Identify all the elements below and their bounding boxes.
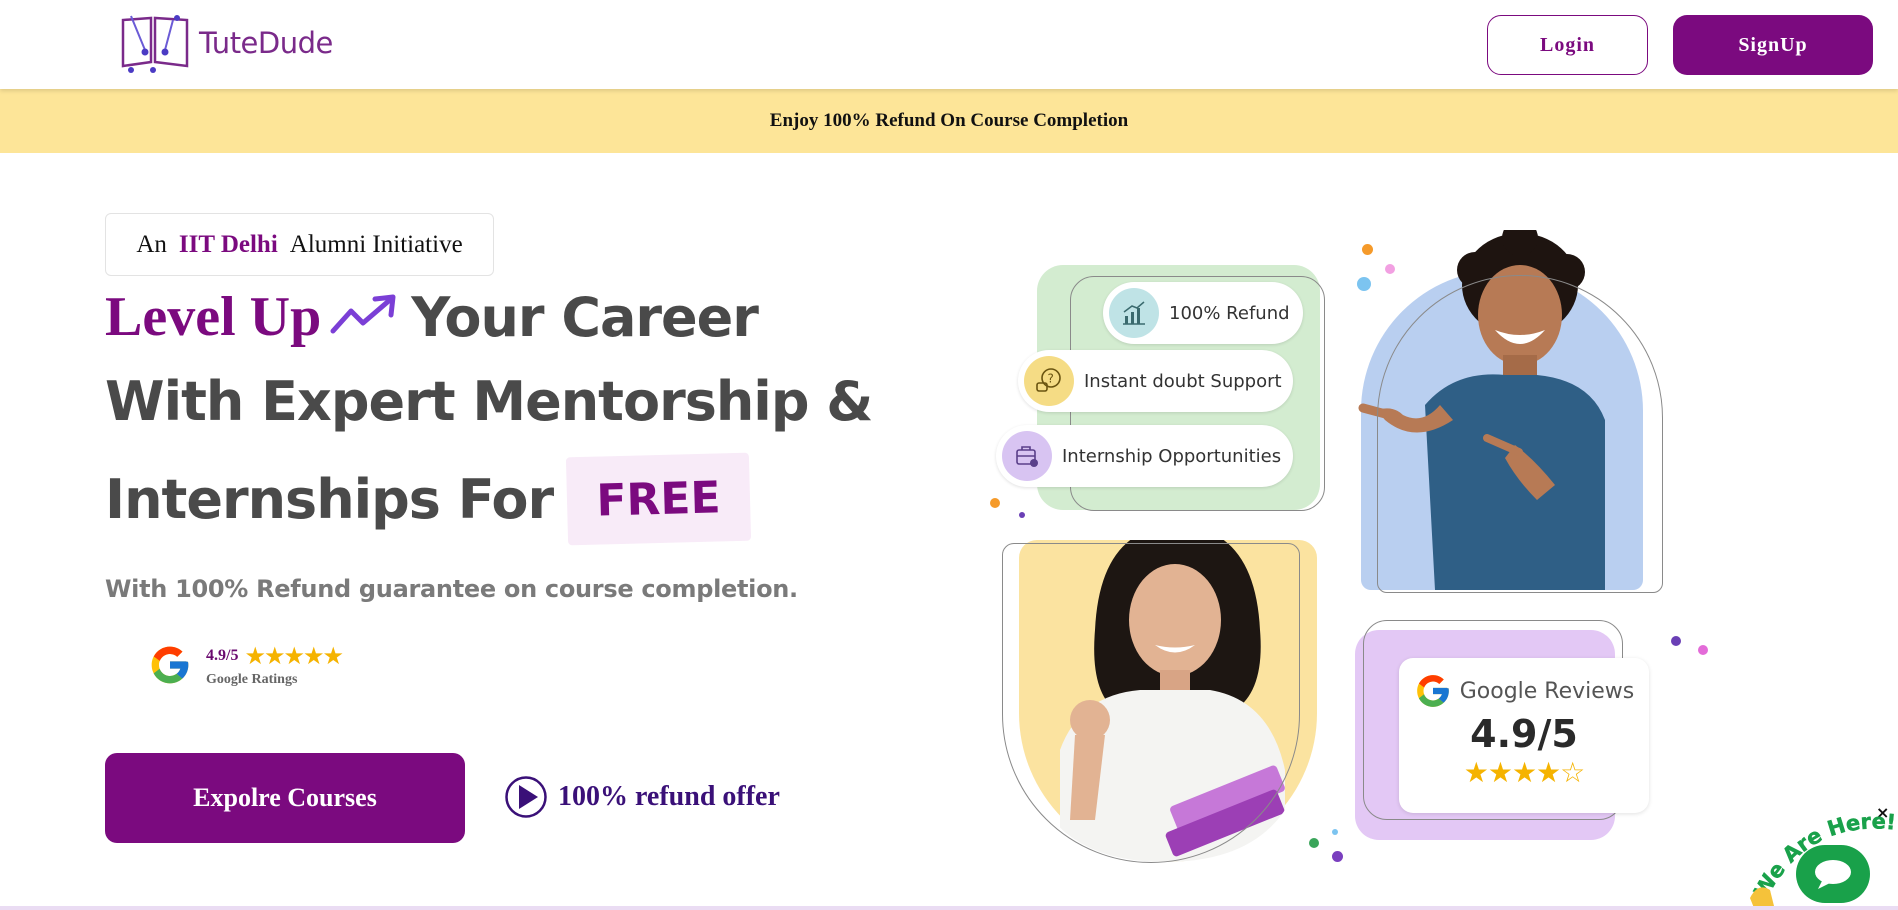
decorative-dot — [1332, 851, 1343, 862]
photo-outline — [1002, 543, 1300, 863]
decorative-dot — [1671, 636, 1681, 646]
decorative-dot — [1362, 244, 1373, 255]
rating-stars: ★★★★★ — [244, 642, 344, 670]
refund-offer-link[interactable]: 100% refund offer — [504, 775, 780, 819]
reviews-score: 4.9/5 — [1470, 712, 1578, 756]
feature-label: Internship Opportunities — [1062, 445, 1282, 467]
headline-line-3-text: Internships For — [105, 467, 554, 531]
headline-line-1-rest: Your Career — [411, 285, 759, 349]
google-rating: 4.9/5 ★★★★★ Google Ratings — [148, 642, 344, 688]
chart-growth-icon — [1109, 288, 1159, 338]
logo[interactable]: TuteDude — [117, 12, 333, 74]
decorative-dot — [1357, 277, 1371, 291]
banner-text: Enjoy 100% Refund On Course Completion — [769, 110, 1129, 131]
decorative-dot — [1385, 264, 1395, 274]
chat-bubble-icon — [1815, 860, 1851, 889]
login-button[interactable]: Login — [1487, 15, 1648, 75]
explore-courses-button[interactable]: Expolre Courses — [105, 753, 465, 843]
reviews-stars: ★★★★☆ — [1463, 756, 1586, 789]
headline-line-1: Level Up Your Career — [105, 285, 759, 349]
google-g-icon — [1416, 675, 1449, 707]
rating-score: 4.9/5 — [206, 647, 239, 664]
site-header: TuteDude Login SignUp — [0, 0, 1898, 89]
reviews-title: Google Reviews — [1459, 678, 1635, 704]
feature-pill-refund: 100% Refund — [1103, 282, 1303, 344]
alumni-tagline: An IIT Delhi Alumni Initiative — [105, 213, 494, 276]
open-book-logo-icon — [121, 15, 189, 73]
page-bottom-border — [0, 906, 1898, 910]
tagline-highlight: IIT Delhi — [178, 230, 278, 258]
trend-up-arrow-icon — [330, 294, 396, 334]
logo-text: TuteDude — [199, 26, 333, 60]
briefcase-icon — [1002, 431, 1052, 481]
feature-label: 100% Refund — [1169, 302, 1290, 324]
decorative-dot — [1019, 512, 1025, 518]
tagline-prefix: An — [136, 230, 167, 258]
question-bubble-icon: ? — [1024, 356, 1074, 406]
svg-text:?: ? — [1048, 372, 1054, 386]
feature-pill-doubt-support: ? Instant doubt Support — [1018, 350, 1293, 412]
signup-button[interactable]: SignUp — [1673, 15, 1873, 75]
decorative-dot — [1698, 645, 1708, 655]
decorative-dot — [1332, 829, 1338, 835]
headline-highlight: Level Up — [105, 286, 322, 348]
google-reviews-card: Google Reviews 4.9/5 ★★★★☆ — [1399, 658, 1649, 813]
play-circle-icon — [505, 776, 547, 818]
refund-offer-label: 100% refund offer — [558, 781, 780, 812]
feature-pill-internship: Internship Opportunities — [996, 425, 1293, 487]
decorative-dot — [990, 498, 1000, 508]
headline-line-3: Internships For FREE — [105, 452, 752, 546]
chat-button[interactable] — [1796, 845, 1870, 903]
hero-subtitle: With 100% Refund guarantee on course com… — [105, 575, 798, 603]
google-g-icon — [151, 646, 189, 684]
decorative-dot — [1309, 838, 1319, 848]
free-badge: FREE — [566, 452, 752, 546]
arch-outline — [1377, 275, 1663, 593]
refund-banner: Enjoy 100% Refund On Course Completion — [0, 89, 1898, 153]
feature-label: Instant doubt Support — [1084, 370, 1282, 392]
tagline-suffix: Alumni Initiative — [289, 230, 463, 258]
rating-label: Google Ratings — [206, 672, 298, 687]
headline-line-2: With Expert Mentorship & — [105, 370, 873, 433]
